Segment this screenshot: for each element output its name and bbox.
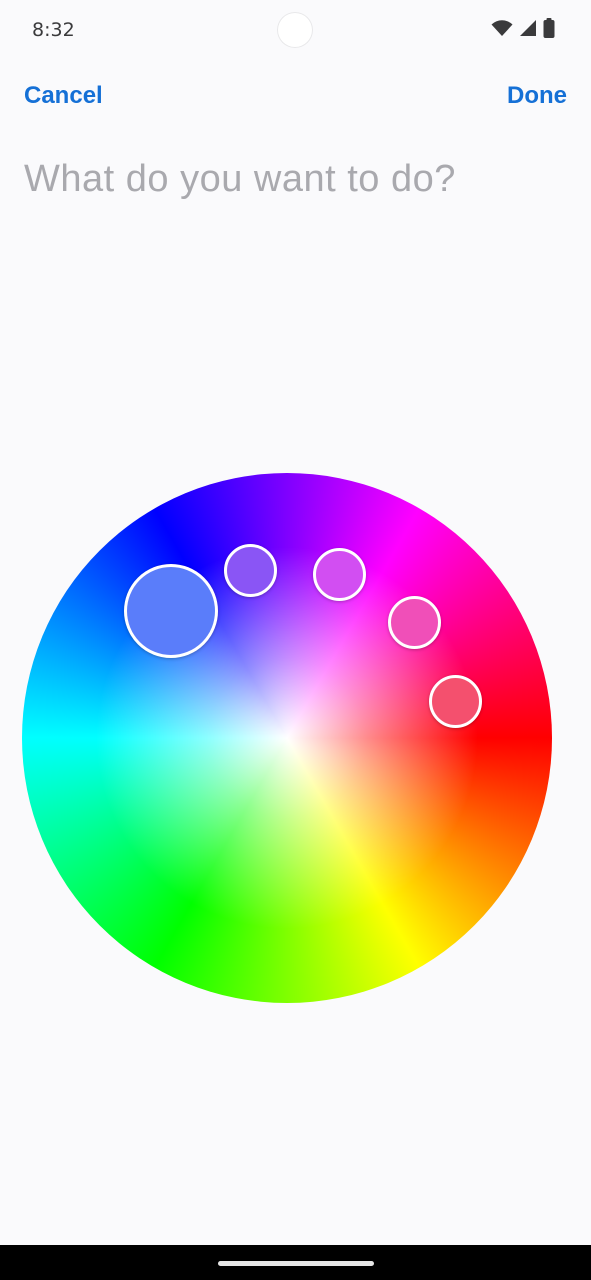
cellular-signal-icon [519, 19, 537, 42]
nav-bar: Cancel Done [0, 70, 591, 124]
status-time: 8:32 [32, 19, 75, 41]
system-navigation-bar [0, 1245, 591, 1280]
done-button[interactable]: Done [507, 82, 567, 110]
status-icons [491, 18, 555, 43]
color-swatch-selected[interactable] [124, 564, 218, 658]
color-swatch[interactable] [429, 675, 482, 728]
wifi-icon [491, 19, 513, 42]
color-swatch[interactable] [224, 544, 277, 597]
color-swatch[interactable] [313, 548, 366, 601]
color-swatch[interactable] [388, 596, 441, 649]
title-input[interactable]: What do you want to do? [24, 158, 564, 201]
battery-icon [543, 18, 555, 43]
camera-cutout [277, 12, 313, 48]
color-wheel[interactable] [22, 473, 552, 1003]
home-indicator[interactable] [218, 1261, 374, 1266]
status-bar: 8:32 [0, 0, 591, 60]
color-wheel-gradient[interactable] [22, 473, 552, 1003]
cancel-button[interactable]: Cancel [24, 82, 103, 110]
